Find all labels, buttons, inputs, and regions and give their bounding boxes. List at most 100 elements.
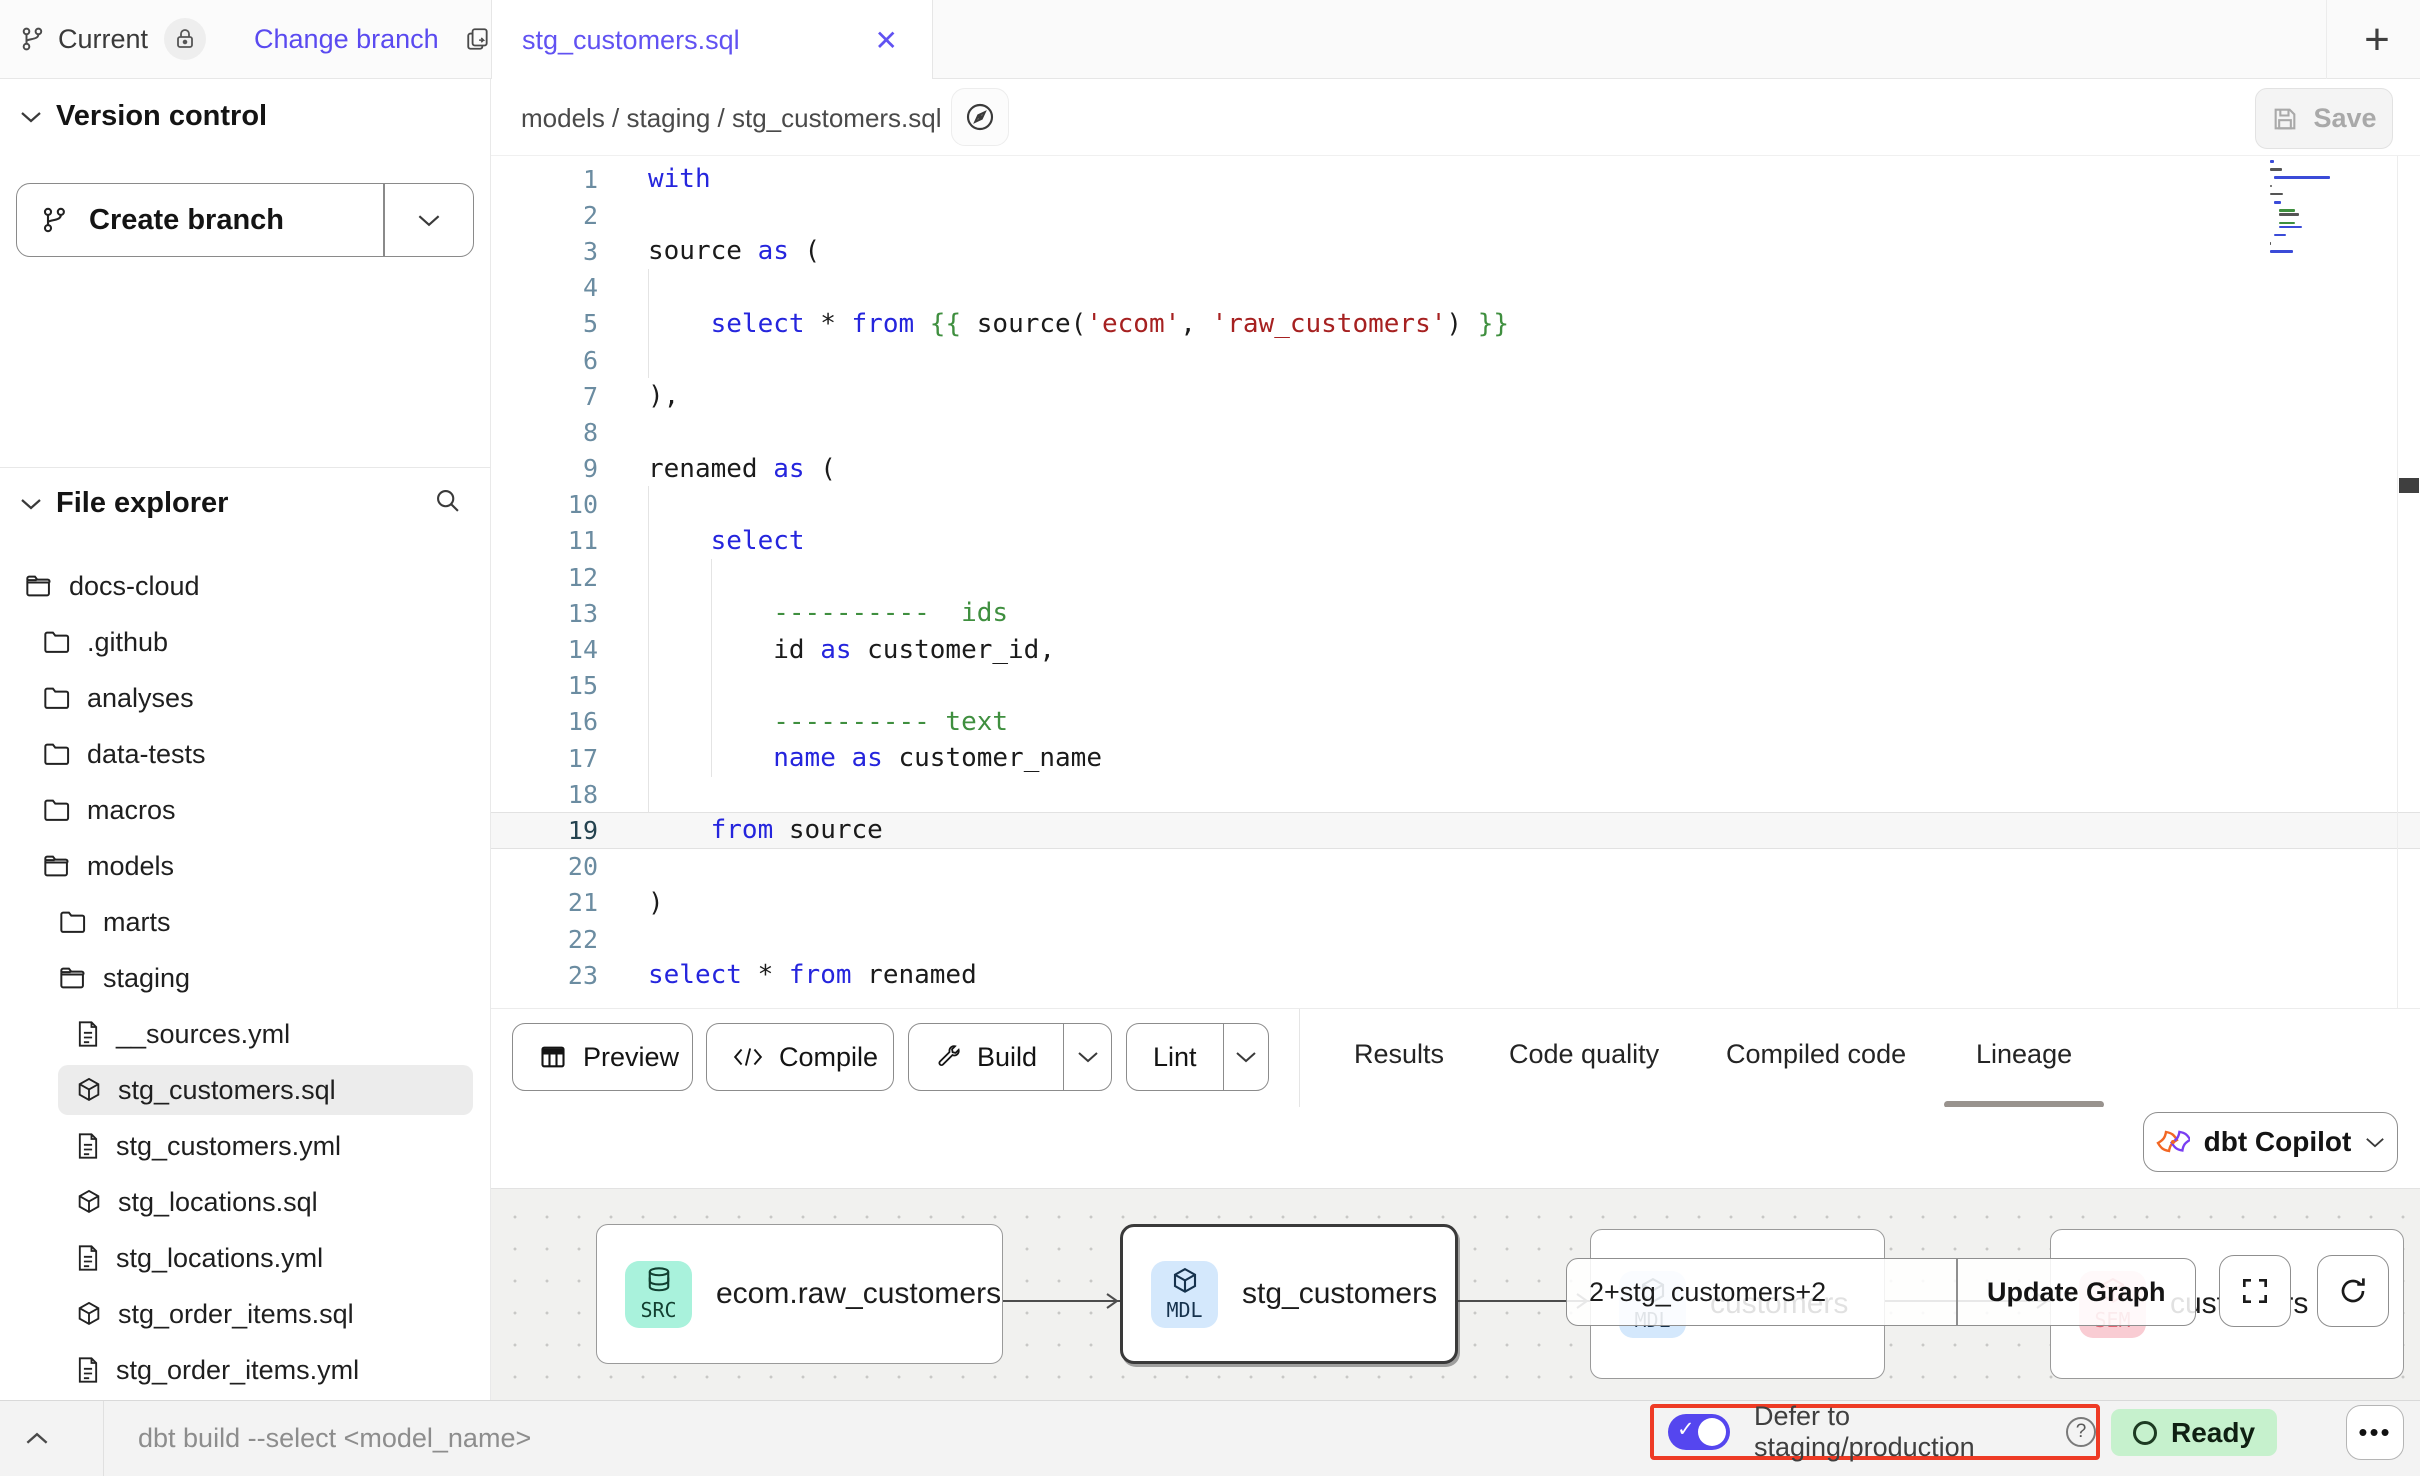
code-line-10[interactable]: 10 [491,487,2420,523]
code-line-6[interactable]: 6 [491,342,2420,378]
code-line-15[interactable]: 15 [491,668,2420,704]
tab-compiled-code[interactable]: Compiled code [1726,1039,1906,1070]
tree-item-models[interactable]: models [0,838,491,894]
line-number: 23 [491,961,598,990]
tree-item-data-tests[interactable]: data-tests [0,726,491,782]
tree-item-label: stg_customers.sql [118,1075,336,1106]
tab-stg-customers-sql[interactable]: stg_customers.sql ✕ [491,0,933,80]
lint-caret[interactable] [1224,1024,1268,1090]
tree-item-stg-locations-yml[interactable]: stg_locations.yml [0,1230,491,1286]
tab-results[interactable]: Results [1354,1039,1444,1070]
tree-item--github[interactable]: .github [0,614,491,670]
badge-label: SRC [640,1298,676,1322]
tree-item-docs-cloud[interactable]: docs-cloud [0,558,491,614]
dbt-copilot-button[interactable]: dbt Copilot [2143,1112,2398,1172]
preview-button[interactable]: Preview [512,1023,693,1091]
code-line-16[interactable]: 16 ---------- text [491,704,2420,740]
create-branch-main[interactable]: Create branch [17,184,383,256]
code-line-21[interactable]: 21) [491,885,2420,921]
lint-button[interactable]: Lint [1126,1023,1269,1091]
search-icon[interactable] [434,487,462,515]
code-line-19[interactable]: 19 from source [491,812,2420,848]
code-editor[interactable]: 1with23source as (45 select * from {{ so… [491,156,2420,1008]
scrollbar-thumb[interactable] [2399,478,2419,493]
code-line-20[interactable]: 20 [491,849,2420,885]
tree-item-staging[interactable]: staging [0,950,491,1006]
refresh-icon[interactable] [2317,1255,2389,1327]
fullscreen-button[interactable] [2219,1255,2291,1327]
tree-item-stg-customers-yml[interactable]: stg_customers.yml [0,1118,491,1174]
lineage-selector-input[interactable]: 2+stg_customers+2 [1567,1259,1956,1325]
command-input[interactable]: dbt build --select <model_name> [138,1423,531,1454]
minimap-line [2270,160,2274,163]
defer-toggle[interactable]: ✓ [1668,1414,1730,1450]
tree-item-stg-order-items-yml[interactable]: stg_order_items.yml [0,1342,491,1398]
file-tree: docs-cloud.githubanalysesdata-testsmacro… [0,558,491,1398]
tree-item-stg-customers-sql[interactable]: stg_customers.sql [0,1062,491,1118]
help-icon[interactable]: ? [2066,1417,2096,1447]
code-line-9[interactable]: 9renamed as ( [491,451,2420,487]
build-caret[interactable] [1064,1024,1111,1090]
compile-button[interactable]: Compile [706,1023,894,1091]
file-doc-icon [76,1356,100,1384]
folder-icon [43,741,71,767]
code-line-4[interactable]: 4 [491,270,2420,306]
minimap-line [2274,201,2281,204]
code-line-14[interactable]: 14 id as customer_id, [491,631,2420,667]
tree-item-macros[interactable]: macros [0,782,491,838]
toggle-knob [1698,1418,1726,1446]
compile-label: Compile [779,1042,878,1073]
lineage-node-stg-customers[interactable]: MDLstg_customers [1120,1224,1458,1364]
status-bar: dbt build --select <model_name> ✓ Defer … [0,1400,2420,1476]
line-number: 14 [491,635,598,664]
more-options-button[interactable]: ••• [2346,1405,2404,1460]
code-line-23[interactable]: 23select * from renamed [491,957,2420,993]
code-line-17[interactable]: 17 name as customer_name [491,740,2420,776]
update-graph-button[interactable]: Update Graph [1958,1259,2195,1325]
tree-item-label: stg_order_items.yml [116,1355,359,1386]
tree-item-analyses[interactable]: analyses [0,670,491,726]
statusbar-divider [103,1401,104,1476]
tab-code-quality[interactable]: Code quality [1509,1039,1659,1070]
change-branch-link[interactable]: Change branch [254,24,439,55]
tab-lineage[interactable]: Lineage [1976,1039,2072,1070]
code-line-22[interactable]: 22 [491,921,2420,957]
code-line-18[interactable]: 18 [491,776,2420,812]
code-line-2[interactable]: 2 [491,197,2420,233]
code-line-3[interactable]: 3source as ( [491,233,2420,269]
close-icon[interactable]: ✕ [875,24,898,57]
tree-item-marts[interactable]: marts [0,894,491,950]
tree-item-label: stg_locations.sql [118,1187,318,1218]
build-button[interactable]: Build [908,1023,1112,1091]
code-line-13[interactable]: 13 ---------- ids [491,595,2420,631]
file-explorer-section[interactable]: File explorer [20,487,470,520]
build-main[interactable]: Build [909,1024,1063,1090]
code-line-11[interactable]: 11 select [491,523,2420,559]
dbt-copilot-label: dbt Copilot [2204,1126,2352,1158]
line-number: 18 [491,780,598,809]
file-explorer-title: File explorer [56,487,228,520]
lint-main[interactable]: Lint [1127,1024,1223,1090]
line-number: 19 [491,816,598,845]
copy-branch-icon[interactable] [465,25,491,53]
create-branch-caret[interactable] [385,184,473,256]
tree-item--sources-yml[interactable]: __sources.yml [0,1006,491,1062]
code-line-5[interactable]: 5 select * from {{ source('ecom', 'raw_c… [491,306,2420,342]
lineage-compass-button[interactable] [951,88,1009,146]
code-text: renamed as ( [598,454,836,484]
version-control-section[interactable]: Version control [20,100,267,133]
collapse-panel-button[interactable] [22,1423,52,1453]
code-line-12[interactable]: 12 [491,559,2420,595]
tree-item-stg-order-items-sql[interactable]: stg_order_items.sql [0,1286,491,1342]
create-branch-button[interactable]: Create branch [16,183,474,257]
save-button[interactable]: Save [2255,88,2393,149]
code-line-1[interactable]: 1with [491,161,2420,197]
lineage-canvas[interactable]: SRCecom.raw_customersMDLstg_customersMDL… [491,1188,2420,1400]
lineage-node-ecom-raw-customers[interactable]: SRCecom.raw_customers [596,1224,1003,1364]
tree-item-stg-locations-sql[interactable]: stg_locations.sql [0,1174,491,1230]
code-line-8[interactable]: 8 [491,414,2420,450]
current-branch-label: Current [58,24,148,55]
code-line-7[interactable]: 7), [491,378,2420,414]
new-tab-button[interactable]: + [2353,18,2401,62]
git-branch-icon [20,25,46,53]
